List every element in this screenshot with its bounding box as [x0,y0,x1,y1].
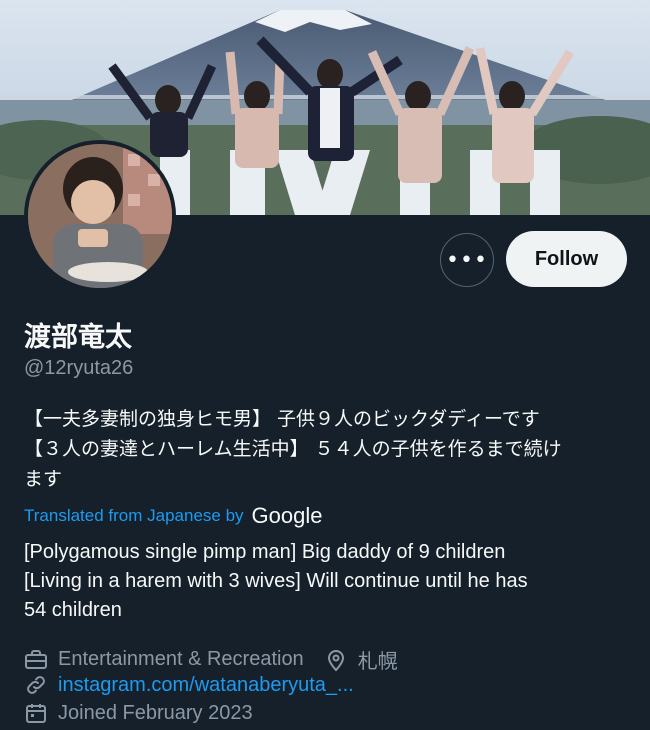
link-icon [24,673,48,697]
location: 札幌 [324,645,398,674]
user-handle: @12ryuta26 [24,357,134,379]
translation-line: 54 children [24,599,122,621]
translation-line: [Living in a harem with 3 wives] Will co… [24,570,528,592]
bio: 【一夫多妻制の独身ヒモ男】 子供９人のビックダディーです 【３人の妻達とハーレム… [24,404,634,494]
follow-button[interactable]: Follow [506,231,627,287]
joined-date: Joined February 2023 [58,701,253,724]
avatar-photo [28,144,172,288]
translation-attribution[interactable]: Translated from Japanese by Google [24,503,323,529]
location-pin-icon [324,648,348,672]
translation-line: [Polygamous single pimp man] Big daddy o… [24,541,506,563]
profile-meta-category: Entertainment & Recreation 札幌 [24,645,398,674]
more-options-button[interactable]: ••• [440,233,494,287]
location-label: 札幌 [357,651,398,673]
profile-meta-joined: Joined February 2023 [24,701,253,725]
bio-line: 【一夫多妻制の独身ヒモ男】 子供９人のビックダディーです [24,408,540,430]
calendar-icon [24,701,48,725]
more-icon: ••• [446,247,488,273]
bio-line: ます [24,468,63,490]
bio-translation: [Polygamous single pimp man] Big daddy o… [24,538,634,625]
bio-line: 【３人の妻達とハーレム生活中】 ５４人の子供を作るまで続け [24,438,562,460]
briefcase-icon [24,648,48,672]
profile-meta-website[interactable]: instagram.com/watanaberyuta_... [24,673,354,697]
website-link[interactable]: instagram.com/watanaberyuta_... [58,674,354,697]
avatar[interactable] [24,140,176,292]
translated-from-label: Translated from Japanese by [24,506,244,525]
display-name: 渡部竜太 [24,322,132,353]
google-logo: Google [251,503,323,528]
category-label: Entertainment & Recreation [58,648,304,670]
